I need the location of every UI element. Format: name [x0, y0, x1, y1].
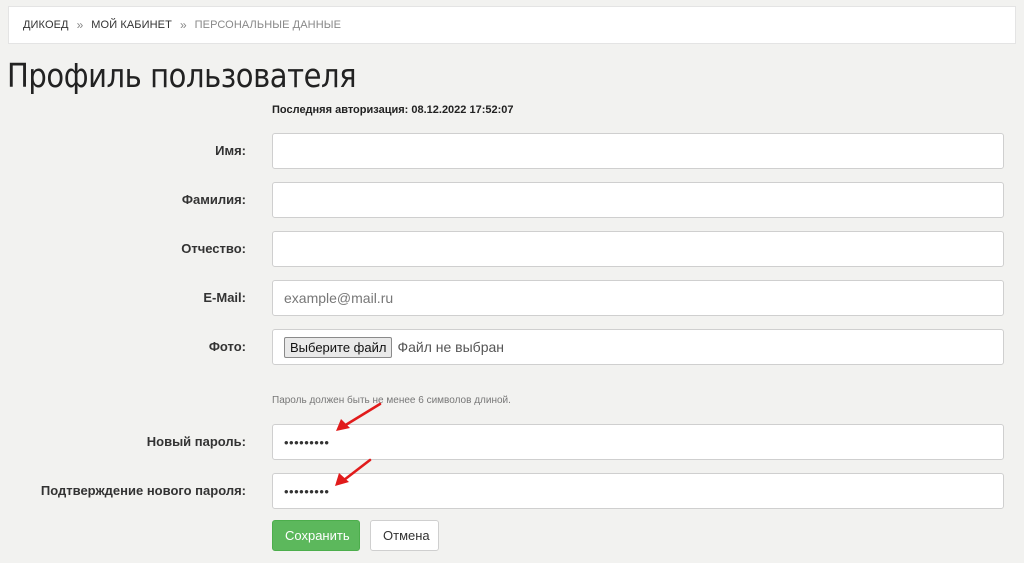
cancel-button[interactable]: Отмена — [370, 520, 439, 551]
first-name-label: Имя: — [215, 143, 246, 158]
save-button[interactable]: Сохранить — [272, 520, 360, 551]
form-row-last-name: Фамилия: — [0, 182, 1024, 218]
breadcrumb: Дикоед » Мой кабинет » Персональные данн… — [8, 6, 1016, 44]
new-password-input[interactable] — [272, 424, 1004, 460]
form-row-first-name: Имя: — [0, 133, 1024, 169]
photo-label: Фото: — [208, 339, 246, 354]
password-hint: Пароль должен быть не менее 6 символов д… — [272, 395, 511, 406]
breadcrumb-separator: » — [76, 18, 84, 32]
new-password-label: Новый пароль: — [146, 434, 246, 449]
confirm-password-input[interactable] — [272, 473, 1004, 509]
confirm-password-label: Подтверждение нового пароля: — [40, 483, 246, 498]
file-status-text: Файл не выбран — [397, 339, 505, 355]
photo-file-field[interactable]: Выберите файл Файл не выбран — [272, 329, 1004, 365]
form-row-confirm-password: Подтверждение нового пароля: — [0, 473, 1024, 509]
choose-file-button[interactable]: Выберите файл — [284, 336, 393, 358]
form-row-email: E-Mail: — [0, 280, 1024, 316]
last-name-label: Фамилия: — [181, 192, 246, 207]
breadcrumb-item-current: Персональные данные — [194, 19, 342, 31]
breadcrumb-item-home[interactable]: Дикоед — [23, 19, 69, 31]
form-row-middle-name: Отчество: — [0, 231, 1024, 267]
form-row-new-password: Новый пароль: — [0, 424, 1024, 460]
last-auth-info: Последняя авторизация: 08.12.2022 17:52:… — [272, 104, 514, 116]
breadcrumb-item-cabinet[interactable]: Мой кабинет — [91, 19, 172, 31]
last-name-input[interactable] — [272, 182, 1004, 218]
email-input[interactable] — [272, 280, 1004, 316]
first-name-input[interactable] — [272, 133, 1004, 169]
breadcrumb-separator: » — [179, 18, 187, 32]
email-label: E-Mail: — [203, 290, 246, 305]
middle-name-label: Отчество: — [181, 241, 246, 256]
form-row-photo: Фото: Выберите файл Файл не выбран — [0, 329, 1024, 365]
middle-name-input[interactable] — [272, 231, 1004, 267]
page-title: Профиль пользователя — [7, 56, 357, 95]
